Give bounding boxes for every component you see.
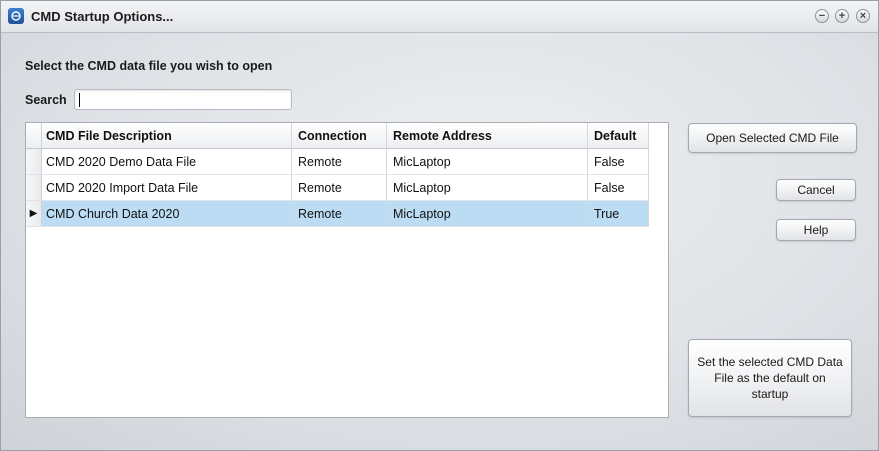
- cell-remote-address: MicLaptop: [387, 175, 588, 201]
- startup-options-window: CMD Startup Options... − + × Select the …: [0, 0, 879, 451]
- cell-default: True: [588, 201, 649, 227]
- data-file-grid[interactable]: CMD File Description Connection Remote A…: [25, 122, 669, 418]
- cancel-button[interactable]: Cancel: [776, 179, 856, 201]
- table-row-selected[interactable]: ▶ CMD Church Data 2020 Remote MicLaptop …: [26, 201, 649, 227]
- current-row-indicator-icon[interactable]: ▶: [26, 201, 42, 227]
- app-icon: [8, 8, 24, 24]
- column-header-default[interactable]: Default: [588, 123, 649, 149]
- cell-default: False: [588, 149, 649, 175]
- search-input[interactable]: [74, 89, 292, 110]
- cell-remote-address: MicLaptop: [387, 201, 588, 227]
- column-header-description[interactable]: CMD File Description: [42, 123, 292, 149]
- cell-remote-address: MicLaptop: [387, 149, 588, 175]
- instruction-text: Select the CMD data file you wish to ope…: [25, 59, 273, 73]
- cell-connection: Remote: [292, 175, 387, 201]
- open-selected-file-button[interactable]: Open Selected CMD File: [688, 123, 857, 153]
- help-button[interactable]: Help: [776, 219, 856, 241]
- title-bar[interactable]: CMD Startup Options... − + ×: [1, 1, 878, 33]
- window-title: CMD Startup Options...: [31, 9, 174, 24]
- minimize-button[interactable]: −: [815, 9, 829, 23]
- cell-connection: Remote: [292, 201, 387, 227]
- column-header-connection[interactable]: Connection: [292, 123, 387, 149]
- cell-description: CMD Church Data 2020: [42, 201, 292, 227]
- maximize-button[interactable]: +: [835, 9, 849, 23]
- row-header-corner: [26, 123, 42, 149]
- table-row[interactable]: CMD 2020 Import Data File Remote MicLapt…: [26, 175, 649, 201]
- cell-connection: Remote: [292, 149, 387, 175]
- cell-default: False: [588, 175, 649, 201]
- cell-description: CMD 2020 Demo Data File: [42, 149, 292, 175]
- close-button[interactable]: ×: [856, 9, 870, 23]
- set-default-button[interactable]: Set the selected CMD Data File as the de…: [688, 339, 852, 417]
- text-caret: [79, 93, 80, 107]
- row-selector[interactable]: [26, 175, 42, 201]
- cell-description: CMD 2020 Import Data File: [42, 175, 292, 201]
- column-header-remote-address[interactable]: Remote Address: [387, 123, 588, 149]
- table-row[interactable]: CMD 2020 Demo Data File Remote MicLaptop…: [26, 149, 649, 175]
- search-label: Search: [25, 93, 67, 107]
- row-selector[interactable]: [26, 149, 42, 175]
- grid-header-row: CMD File Description Connection Remote A…: [26, 123, 649, 149]
